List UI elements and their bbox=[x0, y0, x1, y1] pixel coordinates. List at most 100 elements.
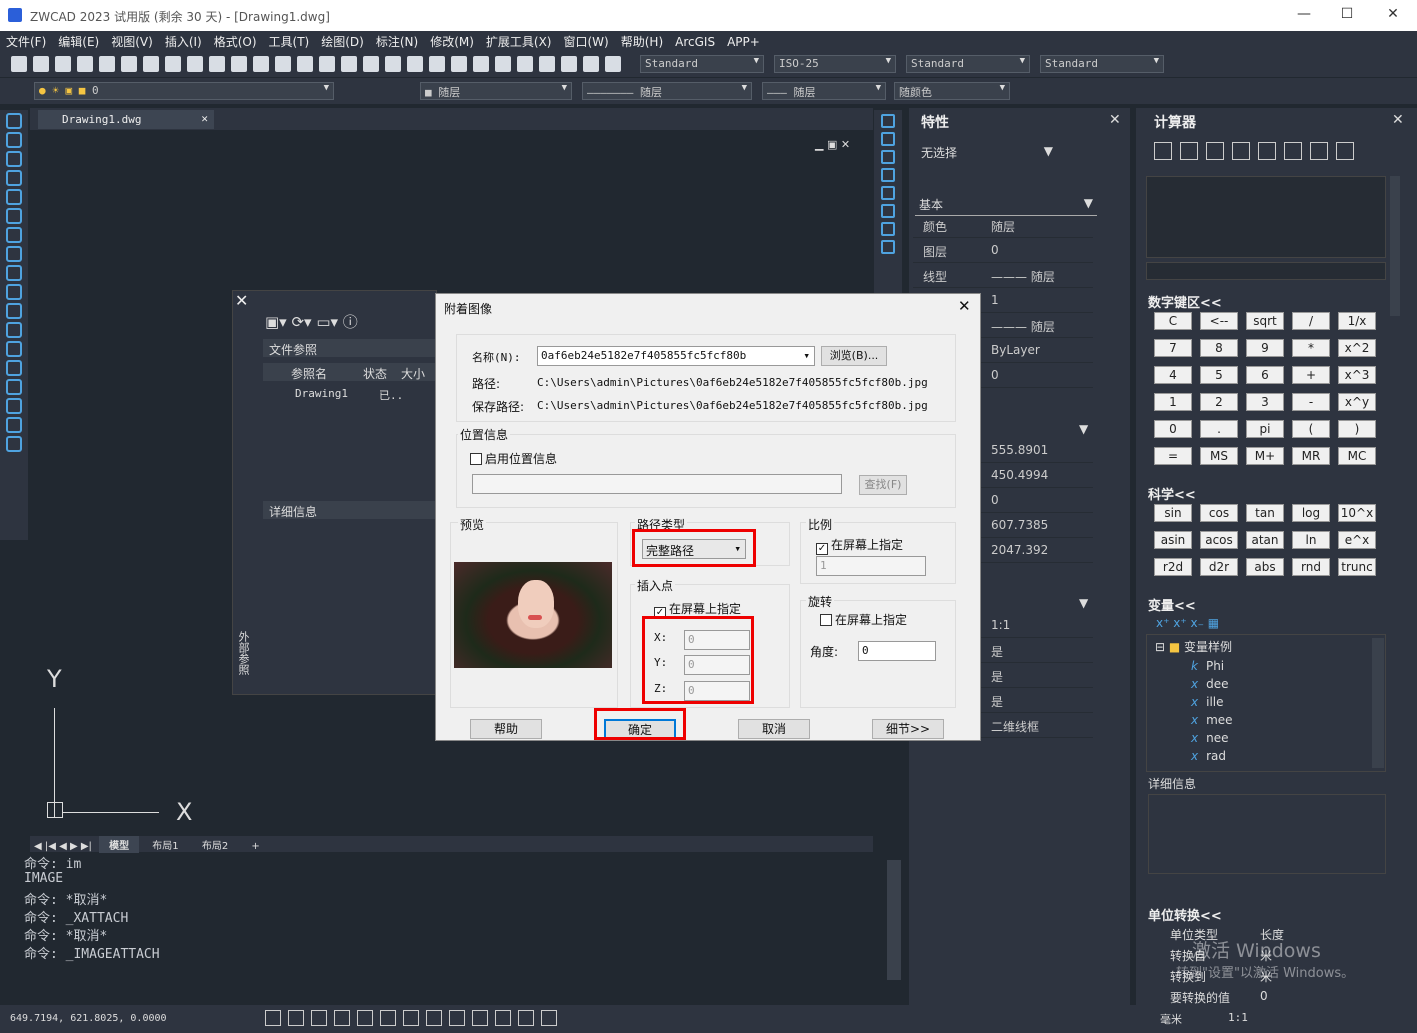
toolbar-tool-icon[interactable] bbox=[231, 56, 247, 72]
name-select[interactable]: 0af6eb24e5182e7f405855fc5fcf80b ▾ bbox=[537, 346, 815, 366]
selection-select[interactable]: 无选择 ▼ bbox=[917, 140, 1057, 164]
status-toggle-icon[interactable] bbox=[265, 1010, 281, 1026]
variable-item[interactable]: k Phi bbox=[1147, 658, 1385, 676]
calc-key[interactable]: trunc bbox=[1338, 558, 1376, 576]
geometry-section-toggle[interactable]: ▼ bbox=[1079, 422, 1088, 436]
calc-key[interactable]: rnd bbox=[1292, 558, 1330, 576]
document-tab[interactable]: Drawing1.dwg ✕ bbox=[38, 110, 214, 129]
calc-key[interactable]: pi bbox=[1246, 420, 1284, 438]
calc-key[interactable]: sin bbox=[1154, 504, 1192, 522]
calc-key[interactable]: M+ bbox=[1246, 447, 1284, 465]
status-toggle-icon[interactable] bbox=[426, 1010, 442, 1026]
calc-key[interactable]: C bbox=[1154, 312, 1192, 330]
toolbar-tool-icon[interactable] bbox=[187, 56, 203, 72]
calc-key[interactable]: - bbox=[1292, 393, 1330, 411]
calc-tool-icon[interactable] bbox=[1206, 142, 1224, 160]
variables-header[interactable]: 变量<< bbox=[1148, 595, 1196, 614]
menu-item[interactable]: ArcGIS bbox=[669, 33, 721, 51]
lineweight-select[interactable]: ——— 随层 ▼ bbox=[762, 82, 886, 100]
help-button[interactable]: 帮助 bbox=[470, 719, 542, 739]
variable-item[interactable]: x rad bbox=[1147, 748, 1385, 766]
toolbar-tool-icon[interactable] bbox=[385, 56, 401, 72]
calc-key[interactable]: * bbox=[1292, 339, 1330, 357]
draw-tool-icon[interactable] bbox=[6, 265, 22, 281]
menu-item[interactable]: 格式(O) bbox=[208, 31, 263, 52]
toolbar-tool-icon[interactable] bbox=[363, 56, 379, 72]
calc-key[interactable]: 5 bbox=[1200, 366, 1238, 384]
status-toggle-icon[interactable] bbox=[288, 1010, 304, 1026]
menu-item[interactable]: 工具(T) bbox=[263, 31, 316, 52]
toolbar-tool-icon[interactable] bbox=[407, 56, 423, 72]
status-toggle-icon[interactable] bbox=[357, 1010, 373, 1026]
variable-item[interactable]: x ille bbox=[1147, 694, 1385, 712]
calc-key[interactable]: x^2 bbox=[1338, 339, 1376, 357]
calc-key[interactable]: tan bbox=[1246, 504, 1284, 522]
variable-folder[interactable]: ⊟ ■ 变量样例 bbox=[1147, 635, 1385, 658]
command-scrollbar[interactable] bbox=[887, 860, 901, 980]
property-row[interactable]: 线型 ——— 随层 bbox=[913, 263, 1093, 288]
location-input[interactable] bbox=[472, 474, 842, 494]
calc-tool-icon[interactable] bbox=[1336, 142, 1354, 160]
draw-tool-icon[interactable] bbox=[6, 398, 22, 414]
calc-input[interactable] bbox=[1146, 262, 1386, 280]
draw-tool-icon[interactable] bbox=[6, 151, 22, 167]
toolbar-tool-icon[interactable] bbox=[561, 56, 577, 72]
draw-tool-icon[interactable] bbox=[6, 379, 22, 395]
calc-key[interactable]: ( bbox=[1292, 420, 1330, 438]
calc-scrollbar[interactable] bbox=[1390, 176, 1400, 316]
variable-item[interactable]: x mee bbox=[1147, 712, 1385, 730]
col-size[interactable]: 大小 bbox=[401, 365, 425, 382]
status-toggle-icon[interactable] bbox=[472, 1010, 488, 1026]
calc-key[interactable]: log bbox=[1292, 504, 1330, 522]
calc-key[interactable]: 8 bbox=[1200, 339, 1238, 357]
calc-tool-icon[interactable] bbox=[1284, 142, 1302, 160]
calc-key[interactable]: / bbox=[1292, 312, 1330, 330]
toolbar-tool-icon[interactable] bbox=[11, 56, 27, 72]
toolbar-tool-icon[interactable] bbox=[275, 56, 291, 72]
annotation-scale[interactable]: 1:1 bbox=[1228, 1011, 1248, 1024]
calc-key[interactable]: abs bbox=[1246, 558, 1284, 576]
browse-button[interactable]: 浏览(B)... bbox=[821, 346, 887, 366]
text-style-select[interactable]: Standard ▼ bbox=[640, 55, 764, 73]
calc-key[interactable]: 7 bbox=[1154, 339, 1192, 357]
calc-key[interactable]: r2d bbox=[1154, 558, 1192, 576]
calc-key[interactable]: ) bbox=[1338, 420, 1376, 438]
toolbar-tool-icon[interactable] bbox=[55, 56, 71, 72]
calc-key[interactable]: e^x bbox=[1338, 531, 1376, 549]
calc-key[interactable]: <-- bbox=[1200, 312, 1238, 330]
close-calculator-icon[interactable]: ✕ bbox=[1392, 112, 1404, 128]
toolbar-tool-icon[interactable] bbox=[99, 56, 115, 72]
scale-onscreen-checkbox[interactable]: ✓ 在屏幕上指定 bbox=[816, 536, 903, 555]
toolbar-tool-icon[interactable] bbox=[143, 56, 159, 72]
draw-tool-icon[interactable] bbox=[6, 322, 22, 338]
calc-key[interactable]: x^3 bbox=[1338, 366, 1376, 384]
unit-row[interactable]: 要转换的值 0 bbox=[1170, 989, 1380, 1010]
draw-tool-icon[interactable] bbox=[6, 360, 22, 376]
status-toggle-icon[interactable] bbox=[334, 1010, 350, 1026]
minimize-button[interactable]: — bbox=[1294, 6, 1314, 22]
layout-tab[interactable]: 布局1 bbox=[142, 836, 188, 853]
table-style-select[interactable]: Standard ▼ bbox=[906, 55, 1030, 73]
draw-tool-icon[interactable] bbox=[6, 341, 22, 357]
details-button[interactable]: 细节>> bbox=[872, 719, 944, 739]
status-toggle-icon[interactable] bbox=[403, 1010, 419, 1026]
calc-key[interactable]: = bbox=[1154, 447, 1192, 465]
toolbar-tool-icon[interactable] bbox=[341, 56, 357, 72]
menu-item[interactable]: 文件(F) bbox=[0, 31, 52, 52]
modify-tool-icon[interactable] bbox=[881, 168, 895, 182]
maximize-button[interactable]: ☐ bbox=[1337, 6, 1357, 22]
toolbar-tool-icon[interactable] bbox=[583, 56, 599, 72]
modify-tool-icon[interactable] bbox=[881, 204, 895, 218]
calc-key[interactable]: MR bbox=[1292, 447, 1330, 465]
keypad-header[interactable]: 数字键区<< bbox=[1148, 292, 1222, 311]
draw-tool-icon[interactable] bbox=[6, 417, 22, 433]
viewport-controls[interactable]: ▁ ▣ ✕ bbox=[815, 138, 850, 151]
calc-key[interactable]: atan bbox=[1246, 531, 1284, 549]
toolbar-tool-icon[interactable] bbox=[473, 56, 489, 72]
calc-tool-icon[interactable] bbox=[1180, 142, 1198, 160]
status-toggle-icon[interactable] bbox=[380, 1010, 396, 1026]
menu-item[interactable]: 视图(V) bbox=[105, 31, 159, 52]
variables-scrollbar[interactable] bbox=[1372, 638, 1384, 768]
menu-item[interactable]: 修改(M) bbox=[424, 31, 480, 52]
scale-input[interactable]: 1 bbox=[816, 556, 926, 576]
